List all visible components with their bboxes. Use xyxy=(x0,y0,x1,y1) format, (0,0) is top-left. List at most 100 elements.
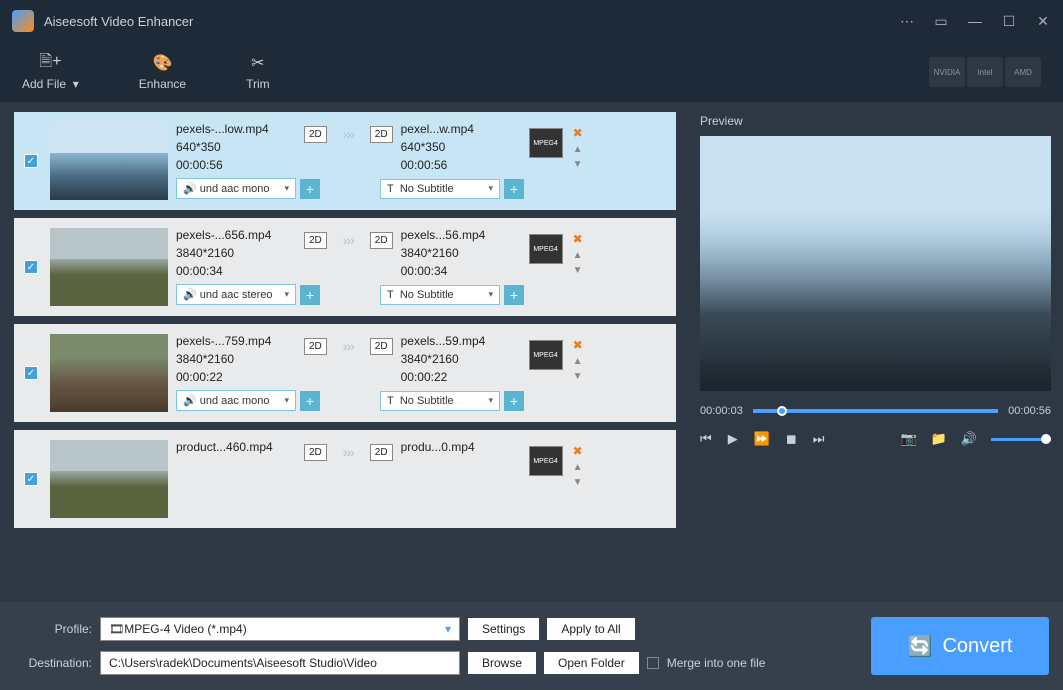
merge-label: Merge into one file xyxy=(667,656,766,670)
dst-2d-badge[interactable]: 2D xyxy=(370,126,393,143)
snapshot-button[interactable]: 📷 xyxy=(900,431,916,447)
volume-icon[interactable]: 🔊 xyxy=(961,431,977,447)
row-up-button[interactable]: ▲ xyxy=(573,250,583,261)
row-up-button[interactable]: ▲ xyxy=(573,462,583,473)
subtitle-add-button[interactable]: + xyxy=(504,179,524,199)
audio-add-button[interactable]: + xyxy=(300,179,320,199)
stop-button[interactable]: ◼ xyxy=(786,431,797,447)
row-down-button[interactable]: ▼ xyxy=(573,159,583,170)
audio-add-button[interactable]: + xyxy=(300,285,320,305)
format-icon: MPEG4 xyxy=(529,446,563,476)
remove-row-button[interactable]: ✖ xyxy=(573,444,583,458)
dst-duration: 00:00:22 xyxy=(401,370,521,384)
arrow-icon: ››› xyxy=(335,444,362,460)
dst-2d-badge[interactable]: 2D xyxy=(370,232,393,249)
next-button[interactable]: ⏭ xyxy=(813,431,825,447)
src-filename: pexels-...low.mp4 xyxy=(176,122,296,136)
dst-duration: 00:00:56 xyxy=(401,158,521,172)
subtitle-select[interactable]: T No Subtitle xyxy=(380,391,500,411)
convert-button[interactable]: 🔄 Convert xyxy=(871,617,1049,675)
minimize-button[interactable]: — xyxy=(967,13,983,29)
maximize-button[interactable]: ☐ xyxy=(1001,13,1017,29)
app-logo xyxy=(12,10,34,32)
audio-select[interactable]: 🔊 und aac mono xyxy=(176,390,296,411)
arrow-icon: ››› xyxy=(335,232,362,248)
src-duration: 00:00:34 xyxy=(176,264,296,278)
total-time: 00:00:56 xyxy=(1008,405,1051,417)
seek-slider[interactable] xyxy=(753,409,998,413)
audio-select[interactable]: 🔊 und aac mono xyxy=(176,178,296,199)
trim-button[interactable]: ✂ Trim xyxy=(246,53,270,91)
file-checkbox[interactable]: ✓ xyxy=(24,366,38,380)
subtitle-select[interactable]: T No Subtitle xyxy=(380,179,500,199)
src-2d-badge[interactable]: 2D xyxy=(304,126,327,143)
file-row[interactable]: ✓ pexels-...low.mp4 640*350 00:00:56 2D … xyxy=(14,112,676,210)
row-down-button[interactable]: ▼ xyxy=(573,371,583,382)
settings-button[interactable]: Settings xyxy=(468,618,539,640)
merge-checkbox[interactable] xyxy=(647,657,659,669)
file-thumbnail[interactable] xyxy=(50,228,168,306)
dst-2d-badge[interactable]: 2D xyxy=(370,444,393,461)
src-2d-badge[interactable]: 2D xyxy=(304,232,327,249)
file-row[interactable]: ✓ product...460.mp4 2D ››› 2D produ...0.… xyxy=(14,430,676,528)
dst-2d-badge[interactable]: 2D xyxy=(370,338,393,355)
play-button[interactable]: ▶ xyxy=(728,431,738,447)
src-resolution: 640*350 xyxy=(176,140,296,154)
enhance-button[interactable]: 🎨 Enhance xyxy=(139,53,186,91)
subtitle-add-button[interactable]: + xyxy=(504,285,524,305)
destination-label: Destination: xyxy=(14,656,92,670)
src-filename: product...460.mp4 xyxy=(176,440,296,454)
file-checkbox[interactable]: ✓ xyxy=(24,472,38,486)
file-thumbnail[interactable] xyxy=(50,334,168,412)
preview-video[interactable] xyxy=(700,136,1051,391)
file-thumbnail[interactable] xyxy=(50,122,168,200)
gpu-amd: AMD xyxy=(1005,57,1041,87)
src-resolution: 3840*2160 xyxy=(176,352,296,366)
browse-button[interactable]: Browse xyxy=(468,652,536,674)
open-folder-button[interactable]: Open Folder xyxy=(544,652,639,674)
row-up-button[interactable]: ▲ xyxy=(573,356,583,367)
remove-row-button[interactable]: ✖ xyxy=(573,338,583,352)
apply-all-button[interactable]: Apply to All xyxy=(547,618,634,640)
trim-label: Trim xyxy=(246,77,270,91)
file-checkbox[interactable]: ✓ xyxy=(24,260,38,274)
src-duration: 00:00:22 xyxy=(176,370,296,384)
src-2d-badge[interactable]: 2D xyxy=(304,338,327,355)
audio-add-button[interactable]: + xyxy=(300,391,320,411)
subtitle-icon[interactable]: ⋯ xyxy=(899,13,915,29)
audio-select[interactable]: 🔊 und aac stereo xyxy=(176,284,296,305)
enhance-label: Enhance xyxy=(139,77,186,91)
row-down-button[interactable]: ▼ xyxy=(573,265,583,276)
close-button[interactable]: ✕ xyxy=(1035,13,1051,29)
row-up-button[interactable]: ▲ xyxy=(573,144,583,155)
bottom-bar: Profile: 🎞 MPEG-4 Video (*.mp4) Settings… xyxy=(0,602,1063,690)
prev-button[interactable]: ⏮ xyxy=(700,431,712,447)
volume-slider[interactable] xyxy=(991,438,1051,441)
profile-select[interactable]: 🎞 MPEG-4 Video (*.mp4) xyxy=(100,617,460,641)
fwd-button[interactable]: ⏩ xyxy=(754,431,770,447)
file-row[interactable]: ✓ pexels-...759.mp4 3840*2160 00:00:22 2… xyxy=(14,324,676,422)
subtitle-select[interactable]: T No Subtitle xyxy=(380,285,500,305)
format-icon: MPEG4 xyxy=(529,234,563,264)
preview-frame xyxy=(700,136,1051,391)
remove-row-button[interactable]: ✖ xyxy=(573,232,583,246)
window-icon[interactable]: ▭ xyxy=(933,13,949,29)
row-down-button[interactable]: ▼ xyxy=(573,477,583,488)
destination-input[interactable]: C:\Users\radek\Documents\Aiseesoft Studi… xyxy=(100,651,460,675)
src-filename: pexels-...656.mp4 xyxy=(176,228,296,242)
current-time: 00:00:03 xyxy=(700,405,743,417)
subtitle-add-button[interactable]: + xyxy=(504,391,524,411)
file-list[interactable]: ✓ pexels-...low.mp4 640*350 00:00:56 2D … xyxy=(14,112,682,602)
dst-filename: pexel...w.mp4 xyxy=(401,122,521,136)
src-2d-badge[interactable]: 2D xyxy=(304,444,327,461)
file-row[interactable]: ✓ pexels-...656.mp4 3840*2160 00:00:34 2… xyxy=(14,218,676,316)
file-thumbnail[interactable] xyxy=(50,440,168,518)
open-folder-icon[interactable]: 📁 xyxy=(931,431,947,447)
format-icon: MPEG4 xyxy=(529,128,563,158)
preview-panel: Preview 00:00:03 00:00:56 ⏮ ▶ ⏩ ◼ ⏭ 📷 📁 … xyxy=(688,102,1063,602)
file-checkbox[interactable]: ✓ xyxy=(24,154,38,168)
dst-filename: pexels...56.mp4 xyxy=(401,228,521,242)
dst-filename: pexels...59.mp4 xyxy=(401,334,521,348)
remove-row-button[interactable]: ✖ xyxy=(573,126,583,140)
add-file-button[interactable]: 🗎+ Add File ▾ xyxy=(22,53,79,91)
